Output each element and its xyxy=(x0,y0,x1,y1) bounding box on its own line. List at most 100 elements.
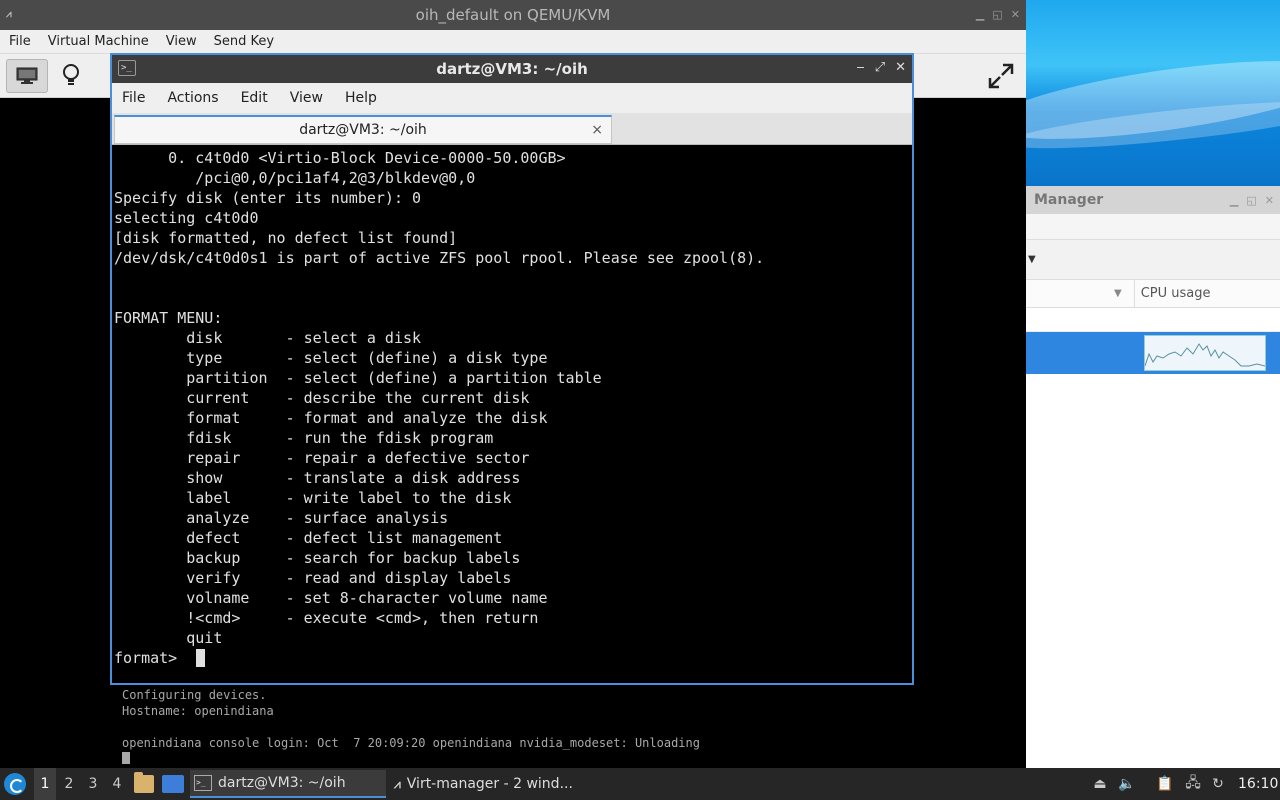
cpu-sparkline xyxy=(1144,343,1266,367)
clock[interactable]: 16:10 xyxy=(1238,768,1278,800)
eject-icon[interactable]: ⏏ xyxy=(1090,774,1110,794)
close-icon[interactable]: ✕ xyxy=(895,60,906,75)
dropdown-arrow-icon[interactable]: ▼ xyxy=(1028,254,1036,265)
terminal-window-title: dartz@VM3: ~/oih xyxy=(436,60,588,78)
show-desktop-icon[interactable] xyxy=(162,775,184,793)
task-label: Virt-manager - 2 wind... xyxy=(406,776,573,792)
taskbar: 1 2 3 4 >_ dartz@VM3: ~/oih ⩘ Virt-manag… xyxy=(0,768,1280,800)
cpu-usage-column-header[interactable]: CPU usage xyxy=(1133,280,1211,307)
terminal-app-icon: >_ xyxy=(118,60,136,76)
maximize-icon[interactable]: ◱ xyxy=(1246,194,1256,207)
cpu-usage-graph xyxy=(1144,335,1266,371)
manager-window-controls: ▁ ◱ ✕ xyxy=(1230,194,1280,207)
menu-view[interactable]: View xyxy=(166,34,197,49)
terminal-tabbar: dartz@VM3: ~/oih × xyxy=(112,113,912,145)
volume-icon[interactable]: 🔈 xyxy=(1117,774,1137,794)
terminal-line: volname - set 8-character volume name xyxy=(114,589,548,607)
manager-toolbar: ▼ xyxy=(1026,240,1280,280)
menu-actions[interactable]: Actions xyxy=(167,90,218,106)
vm-window-title: oih_default on QEMU/KVM xyxy=(415,6,611,24)
menu-help[interactable]: Help xyxy=(345,90,377,106)
show-console-button[interactable] xyxy=(6,59,48,93)
terminal-prompt: format> xyxy=(114,649,187,667)
workspace-3[interactable]: 3 xyxy=(82,768,104,800)
fullscreen-button[interactable] xyxy=(984,60,1018,92)
desktop-wallpaper xyxy=(1026,0,1280,186)
manager-row-connection[interactable] xyxy=(1026,308,1280,332)
start-menu-icon[interactable] xyxy=(4,773,26,795)
terminal-line: backup - search for backup labels xyxy=(114,549,521,567)
network-icon[interactable]: 🖧 xyxy=(1182,774,1204,794)
menu-file[interactable]: File xyxy=(122,90,145,106)
terminal-tab-label: dartz@VM3: ~/oih xyxy=(299,122,427,138)
terminal-line: /dev/dsk/c4t0d0s1 is part of active ZFS … xyxy=(114,249,765,267)
terminal-line: quit xyxy=(114,629,223,647)
virt-manager-window: Manager ▁ ◱ ✕ ▼ ▼ CPU usage xyxy=(1026,186,1280,768)
terminal-line: [disk formatted, no defect list found] xyxy=(114,229,458,247)
tab-close-icon[interactable]: × xyxy=(591,122,603,138)
clipboard-icon[interactable]: 📋 xyxy=(1154,774,1176,794)
terminal-line: partition - select (define) a partition … xyxy=(114,369,602,387)
terminal-titlebar[interactable]: >_ dartz@VM3: ~/oih ‒ ⤢ ✕ xyxy=(112,55,912,83)
terminal-line: /pci@0,0/pci1af4,2@3/blkdev@0,0 xyxy=(114,169,476,187)
virt-manager-app-icon: ⩘ xyxy=(6,9,12,20)
manager-column-header: ▼ CPU usage xyxy=(1026,280,1280,308)
workspace-4[interactable]: 4 xyxy=(106,768,128,800)
maximize-icon[interactable]: ◱ xyxy=(992,8,1002,21)
close-icon[interactable]: ✕ xyxy=(1011,8,1020,21)
terminal-line: format - format and analyze the disk xyxy=(114,409,548,427)
terminal-line: current - describe the current disk xyxy=(114,389,530,407)
maximize-icon[interactable]: ⤢ xyxy=(875,60,885,75)
terminal-line: !<cmd> - execute <cmd>, then return xyxy=(114,609,539,627)
lightbulb-icon xyxy=(63,64,79,85)
terminal-line: selecting c4t0d0 xyxy=(114,209,259,227)
console-line: Hostname: openindiana xyxy=(122,704,274,718)
terminal-line: fdisk - run the fdisk program xyxy=(114,429,494,447)
workspace-1[interactable]: 1 xyxy=(34,768,56,800)
close-icon[interactable]: ✕ xyxy=(1265,194,1274,207)
sort-arrow-icon[interactable]: ▼ xyxy=(1114,288,1122,299)
terminal-line: FORMAT MENU: xyxy=(114,309,223,327)
terminal-menubar: File Actions Edit View Help xyxy=(112,83,912,113)
menu-view[interactable]: View xyxy=(290,90,323,106)
manager-titlebar[interactable]: Manager ▁ ◱ ✕ xyxy=(1026,186,1280,214)
terminal-line: show - translate a disk address xyxy=(114,469,521,487)
terminal-icon: >_ xyxy=(194,775,212,791)
console-line: Configuring devices. xyxy=(122,688,267,702)
terminal-line: disk - select a disk xyxy=(114,329,422,347)
terminal-tab[interactable]: dartz@VM3: ~/oih × xyxy=(114,115,612,144)
show-details-button[interactable] xyxy=(56,60,86,92)
minimize-icon[interactable]: ▁ xyxy=(1230,194,1238,207)
file-manager-icon[interactable] xyxy=(134,772,154,793)
update-icon[interactable]: ↻ xyxy=(1208,774,1228,794)
task-virt-manager[interactable]: ⩘ Virt-manager - 2 wind... xyxy=(390,770,586,798)
terminal-line: Specify disk (enter its number): 0 xyxy=(114,189,422,207)
minimize-icon[interactable]: ▁ xyxy=(976,8,984,21)
terminal-window: >_ dartz@VM3: ~/oih ‒ ⤢ ✕ File Actions E… xyxy=(110,53,914,685)
menu-send-key[interactable]: Send Key xyxy=(214,34,274,49)
terminal-output[interactable]: 0. c4t0d0 <Virtio-Block Device-0000-50.0… xyxy=(112,147,912,683)
task-terminal[interactable]: >_ dartz@VM3: ~/oih xyxy=(190,770,386,798)
menu-file[interactable]: File xyxy=(9,34,31,49)
fullscreen-icon xyxy=(988,63,1014,89)
manager-row-vm-selected[interactable] xyxy=(1026,332,1280,374)
console-cursor xyxy=(122,752,130,764)
workspace-2[interactable]: 2 xyxy=(58,768,80,800)
terminal-window-controls: ‒ ⤢ ✕ xyxy=(856,60,906,75)
minimize-icon[interactable]: ‒ xyxy=(856,60,864,75)
virt-manager-icon: ⩘ xyxy=(394,776,401,791)
manager-menubar xyxy=(1026,214,1280,240)
terminal-line: repair - repair a defective sector xyxy=(114,449,530,467)
menu-edit[interactable]: Edit xyxy=(241,90,268,106)
vm-menubar: File Virtual Machine View Send Key xyxy=(0,30,1026,54)
vm-titlebar[interactable]: ⩘ oih_default on QEMU/KVM ▁ ◱ ✕ xyxy=(0,0,1026,30)
task-label: dartz@VM3: ~/oih xyxy=(218,775,346,791)
terminal-line: label - write label to the disk xyxy=(114,489,512,507)
terminal-line: 0. c4t0d0 <Virtio-Block Device-0000-50.0… xyxy=(114,149,566,167)
vm-window-controls: ▁ ◱ ✕ xyxy=(976,8,1020,21)
menu-virtual-machine[interactable]: Virtual Machine xyxy=(48,34,149,49)
terminal-line: analyze - surface analysis xyxy=(114,509,449,527)
terminal-line: defect - defect list management xyxy=(114,529,503,547)
terminal-line: type - select (define) a disk type xyxy=(114,349,548,367)
terminal-line: verify - read and display labels xyxy=(114,569,512,587)
